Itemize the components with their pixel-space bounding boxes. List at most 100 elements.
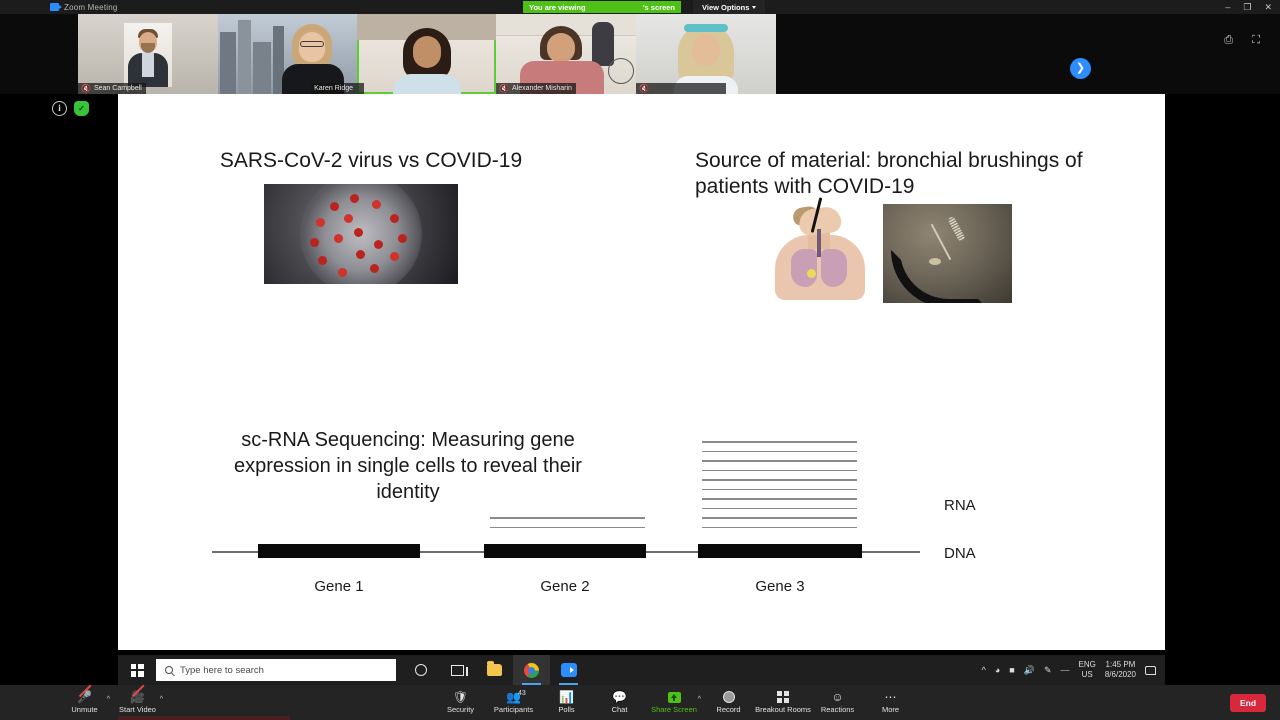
window-title: Zoom Meeting xyxy=(64,2,118,12)
task-view-icon[interactable] xyxy=(439,655,476,685)
fullscreen-icon[interactable]: ⛶ xyxy=(1252,35,1260,46)
participant-name: Sean Campbell xyxy=(93,85,142,92)
gene-label: Gene 2 xyxy=(540,578,590,595)
battery-icon[interactable]: ■ xyxy=(1009,665,1014,675)
participants-button[interactable]: 👥 43 Participants xyxy=(487,685,540,720)
rna-transcript-line xyxy=(702,507,857,510)
google-chrome-icon[interactable] xyxy=(513,655,550,685)
participants-label: Participants xyxy=(493,705,534,714)
search-placeholder: Type here to search xyxy=(180,664,264,676)
chat-button[interactable]: 💬 Chat xyxy=(593,685,646,720)
view-options-button[interactable]: View Options xyxy=(693,0,766,14)
zoom-av-controls: 🎤 Unmute ^ 🎥 Start Video ^ xyxy=(58,684,164,720)
rna-transcript-line xyxy=(702,498,857,500)
chevron-up-icon[interactable]: ^ xyxy=(698,696,701,703)
start-video-label: Start Video xyxy=(119,705,156,714)
shared-slide: SARS-CoV-2 virus vs COVID-19 Source of m… xyxy=(118,94,1165,650)
more-button[interactable]: ⋯ More xyxy=(864,685,917,720)
more-label: More xyxy=(881,705,900,714)
axis-label-dna: DNA xyxy=(944,545,976,562)
record-icon xyxy=(722,691,735,703)
chevron-right-icon[interactable]: ❯ xyxy=(1070,58,1091,79)
rna-transcript-line xyxy=(702,526,857,529)
security-label: Security xyxy=(446,705,475,714)
breakout-rooms-button[interactable]: Breakout Rooms xyxy=(755,685,811,720)
encryption-shield-icon[interactable]: ✓ xyxy=(74,101,89,116)
participant-avatar xyxy=(124,23,172,87)
info-icon[interactable]: i xyxy=(52,101,67,116)
video-tile-sean-campbell[interactable]: 🔇 Sean Campbell xyxy=(78,14,218,94)
unmute-label: Unmute xyxy=(71,705,98,714)
participant-name: Alexander Misharin xyxy=(511,85,572,92)
reactions-button[interactable]: ☺ Reactions xyxy=(811,685,864,720)
taskbar-accent-strip xyxy=(118,716,290,720)
close-button[interactable]: ✕ xyxy=(1264,2,1272,12)
participant-nametag: 🔇 xyxy=(636,83,726,94)
rna-transcript-line xyxy=(490,526,645,529)
video-tile-active-speaker[interactable] xyxy=(357,14,496,94)
reactions-label: Reactions xyxy=(820,705,855,714)
bronchial-brush-photo xyxy=(883,204,1012,303)
rna-transcript-line xyxy=(702,517,857,519)
minimize-button[interactable]: – xyxy=(1225,2,1230,12)
cortana-icon[interactable] xyxy=(402,655,439,685)
rna-transcript-line xyxy=(702,479,857,481)
participant-nametag: Karen Ridge xyxy=(311,83,357,94)
start-video-button[interactable]: 🎥 Start Video ^ xyxy=(111,684,164,720)
chevron-up-icon[interactable]: ^ xyxy=(107,696,110,703)
polls-button[interactable]: 📊 Polls xyxy=(540,685,593,720)
taskbar-icons xyxy=(402,655,587,685)
video-tiles: 🔇 Sean Campbell Karen Ridge 🔇 Alexander … xyxy=(78,14,776,94)
more-ellipsis-icon: ⋯ xyxy=(884,690,897,704)
rna-transcript-line xyxy=(702,450,857,453)
gene-body-bar xyxy=(484,544,646,558)
video-tile-karen-ridge[interactable]: Karen Ridge xyxy=(218,14,357,94)
zoom-meeting-window: Zoom Meeting – ❐ ✕ You are viewing 's sc… xyxy=(0,0,1280,720)
chat-label: Chat xyxy=(611,705,628,714)
file-explorer-icon[interactable] xyxy=(476,655,513,685)
volume-icon[interactable]: 🔊 xyxy=(1024,665,1035,675)
zoom-main-controls: 🛡 Security 👥 43 Participants 📊 Polls 💬 C… xyxy=(434,685,917,720)
participant-name: Karen Ridge xyxy=(314,85,353,92)
restore-button[interactable]: ❐ xyxy=(1243,2,1251,12)
shield-icon: 🛡 xyxy=(452,690,469,704)
participants-count: 43 xyxy=(518,690,526,697)
clock[interactable]: 1:45 PM 8/6/2020 xyxy=(1105,660,1136,680)
zoom-logo-icon xyxy=(50,3,62,11)
security-button[interactable]: 🛡 Security xyxy=(434,685,487,720)
rna-transcript-stack xyxy=(490,517,645,536)
slide-title-left: SARS-CoV-2 virus vs COVID-19 xyxy=(219,149,523,172)
windows-taskbar: Type here to search ^ ◕ ■ 🔊 ✎ ⎯⎯ ENG US … xyxy=(118,655,1165,685)
rna-transcript-stack xyxy=(702,441,857,536)
gene-label: Gene 3 xyxy=(755,578,805,595)
window-buttons: – ❐ ✕ xyxy=(1225,0,1272,14)
minimize-video-icon[interactable]: ⎙ xyxy=(1224,35,1233,46)
video-tile-participant-5[interactable]: 🔇 xyxy=(636,14,776,94)
microphone-muted-icon: 🔇 xyxy=(499,83,509,93)
chat-bubble-icon: 💬 xyxy=(612,690,627,704)
system-tray: ^ ◕ ■ 🔊 ✎ ⎯⎯ ENG US 1:45 PM 8/6/2020 xyxy=(982,660,1165,680)
wifi-icon[interactable]: ◕ xyxy=(995,665,1000,675)
viewing-prefix: You are viewing xyxy=(529,2,586,12)
unmute-button[interactable]: 🎤 Unmute ^ xyxy=(58,684,111,720)
windows-start-icon[interactable] xyxy=(118,655,156,685)
action-center-icon[interactable] xyxy=(1145,665,1156,675)
zoom-control-bar: 🎤 Unmute ^ 🎥 Start Video ^ 🛡 Security 👥 … xyxy=(0,684,1280,720)
rna-transcript-line xyxy=(702,441,857,443)
chevron-up-icon[interactable]: ^ xyxy=(160,696,163,703)
end-meeting-button[interactable]: End xyxy=(1230,694,1266,712)
rna-transcript-line xyxy=(702,469,857,472)
search-input[interactable]: Type here to search xyxy=(156,659,396,681)
record-button[interactable]: Record xyxy=(702,685,755,720)
polls-label: Polls xyxy=(558,705,575,714)
show-hidden-icons-icon[interactable]: ^ xyxy=(982,665,986,675)
zoom-app-icon[interactable] xyxy=(550,655,587,685)
participant-nametag: 🔇 Alexander Misharin xyxy=(496,83,576,94)
share-screen-button[interactable]: Share Screen ^ xyxy=(646,685,702,720)
gene-label: Gene 1 xyxy=(314,578,364,595)
coronavirus-particle-image xyxy=(264,184,458,284)
touch-keyboard-icon[interactable]: ⎯⎯ xyxy=(1061,665,1070,675)
video-tile-alexander-misharin[interactable]: 🔇 Alexander Misharin xyxy=(496,14,636,94)
language-indicator[interactable]: ENG US xyxy=(1079,660,1096,680)
windows-ink-icon[interactable]: ✎ xyxy=(1044,665,1052,675)
